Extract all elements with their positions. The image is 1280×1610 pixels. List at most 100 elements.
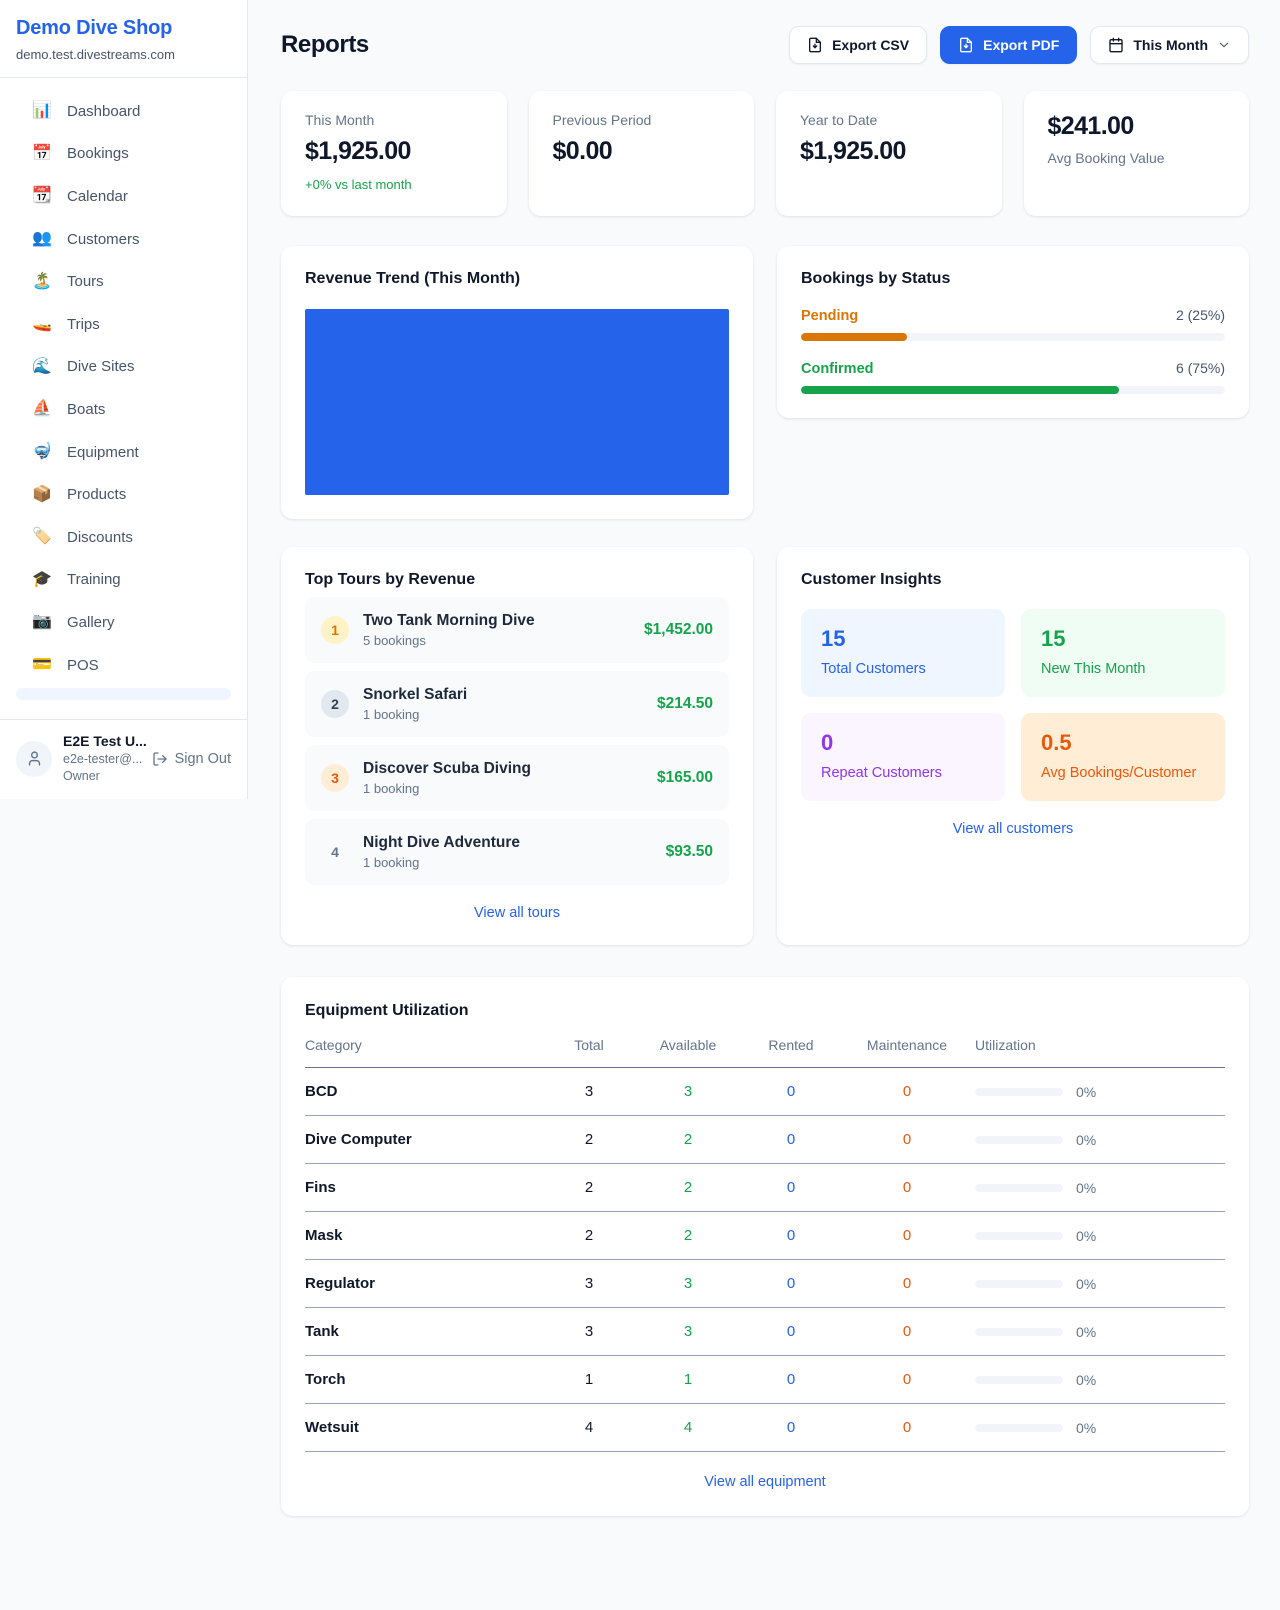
status-row-confirmed: Confirmed 6 (75%) bbox=[801, 360, 1225, 394]
cell-maintenance: 0 bbox=[839, 1323, 975, 1340]
stat-label: Previous Period bbox=[553, 112, 731, 128]
tile-label: Avg Bookings/Customer bbox=[1041, 765, 1205, 781]
sidebar-item-boats[interactable]: ⛵ Boats bbox=[8, 388, 239, 431]
equipment-utilization-card: Equipment Utilization Category Total Ava… bbox=[281, 977, 1249, 1516]
stat-value: $1,925.00 bbox=[305, 137, 483, 166]
table-row: Dive Computer 2 2 0 0 0% bbox=[305, 1116, 1225, 1164]
cell-total: 2 bbox=[545, 1131, 633, 1148]
utilization-percent: 0% bbox=[1076, 1324, 1096, 1340]
sidebar-item-equipment[interactable]: 🤿 Equipment bbox=[8, 431, 239, 474]
cell-category: Torch bbox=[305, 1371, 545, 1388]
sidebar-item-training[interactable]: 🎓 Training bbox=[8, 559, 239, 602]
header-actions: Export CSV Export PDF This Month bbox=[789, 26, 1249, 64]
stat-card-this-month: This Month $1,925.00 +0% vs last month bbox=[281, 91, 507, 216]
cell-category: Tank bbox=[305, 1323, 545, 1340]
sidebar-item-calendar[interactable]: 📆 Calendar bbox=[8, 175, 239, 218]
utilization-percent: 0% bbox=[1076, 1228, 1096, 1244]
cell-utilization: 0% bbox=[975, 1084, 1225, 1100]
logout-icon bbox=[152, 751, 168, 767]
cell-total: 3 bbox=[545, 1083, 633, 1100]
user-role: Owner bbox=[63, 768, 141, 785]
sign-out-button[interactable]: Sign Out bbox=[152, 751, 231, 767]
utilization-bar-track bbox=[975, 1184, 1063, 1192]
column-header-total: Total bbox=[545, 1037, 633, 1053]
utilization-bar-track bbox=[975, 1232, 1063, 1240]
view-all-equipment-link[interactable]: View all equipment bbox=[305, 1474, 1225, 1490]
customer-insights-title: Customer Insights bbox=[801, 571, 1225, 589]
column-header-utilization: Utilization bbox=[975, 1037, 1225, 1053]
cell-available: 2 bbox=[633, 1227, 743, 1244]
status-label-confirmed: Confirmed bbox=[801, 361, 874, 377]
table-row: Fins 2 2 0 0 0% bbox=[305, 1164, 1225, 1212]
stat-card-avg-booking-value: $241.00 Avg Booking Value bbox=[1024, 91, 1250, 216]
sign-out-label: Sign Out bbox=[175, 751, 231, 767]
insight-tile-total-customers: 15 Total Customers bbox=[801, 609, 1005, 697]
cell-rented: 0 bbox=[743, 1131, 839, 1148]
stat-value: $0.00 bbox=[553, 137, 731, 166]
cell-category: Dive Computer bbox=[305, 1131, 545, 1148]
cell-maintenance: 0 bbox=[839, 1227, 975, 1244]
dashboard-icon: 📊 bbox=[32, 103, 52, 119]
cell-rented: 0 bbox=[743, 1323, 839, 1340]
utilization-bar-track bbox=[975, 1280, 1063, 1288]
sidebar-item-label: Products bbox=[67, 486, 126, 503]
equipment-table: Category Total Available Rented Maintena… bbox=[305, 1037, 1225, 1452]
tile-value: 15 bbox=[1041, 626, 1205, 652]
sidebar-item-pos[interactable]: 💳 POS bbox=[8, 644, 239, 687]
utilization-bar-track bbox=[975, 1376, 1063, 1384]
cell-utilization: 0% bbox=[975, 1228, 1225, 1244]
view-all-customers-link[interactable]: View all customers bbox=[801, 821, 1225, 837]
cell-total: 3 bbox=[545, 1275, 633, 1292]
cell-maintenance: 0 bbox=[839, 1275, 975, 1292]
sidebar-item-label: Equipment bbox=[67, 444, 139, 461]
cell-utilization: 0% bbox=[975, 1132, 1225, 1148]
cell-rented: 0 bbox=[743, 1083, 839, 1100]
status-row-pending: Pending 2 (25%) bbox=[801, 307, 1225, 341]
export-csv-button[interactable]: Export CSV bbox=[789, 26, 927, 64]
sidebar-item-discounts[interactable]: 🏷️ Discounts bbox=[8, 516, 239, 559]
period-dropdown[interactable]: This Month bbox=[1090, 26, 1249, 64]
stat-label: Avg Booking Value bbox=[1048, 150, 1226, 166]
rank-badge: 1 bbox=[321, 616, 349, 644]
tour-list-item: 1 Two Tank Morning Dive 5 bookings $1,45… bbox=[305, 597, 729, 663]
sidebar-item-dashboard[interactable]: 📊 Dashboard bbox=[8, 90, 239, 133]
tour-list-item: 4 Night Dive Adventure 1 booking $93.50 bbox=[305, 819, 729, 885]
cell-maintenance: 0 bbox=[839, 1179, 975, 1196]
column-header-rented: Rented bbox=[743, 1037, 839, 1053]
cell-total: 2 bbox=[545, 1179, 633, 1196]
discounts-icon: 🏷️ bbox=[32, 529, 52, 545]
tour-list-item: 3 Discover Scuba Diving 1 booking $165.0… bbox=[305, 745, 729, 811]
sidebar-item-reports-partial[interactable] bbox=[16, 688, 231, 700]
customer-insights-card: Customer Insights 15 Total Customers 15 … bbox=[777, 547, 1249, 945]
sidebar-item-label: Tours bbox=[67, 273, 104, 290]
brand-domain: demo.test.divestreams.com bbox=[16, 47, 231, 62]
view-all-tours-link[interactable]: View all tours bbox=[305, 905, 729, 921]
stat-label: Year to Date bbox=[800, 112, 978, 128]
rank-badge: 2 bbox=[321, 690, 349, 718]
products-icon: 📦 bbox=[32, 487, 52, 503]
calendar-icon bbox=[1108, 37, 1124, 53]
bookings-by-status-card: Bookings by Status Pending 2 (25%) Confi… bbox=[777, 246, 1249, 418]
utilization-percent: 0% bbox=[1076, 1132, 1096, 1148]
status-bar-track bbox=[801, 333, 1225, 341]
sidebar-item-products[interactable]: 📦 Products bbox=[8, 473, 239, 516]
tour-bookings: 5 bookings bbox=[363, 633, 535, 648]
table-row: Regulator 3 3 0 0 0% bbox=[305, 1260, 1225, 1308]
sidebar-item-dive-sites[interactable]: 🌊 Dive Sites bbox=[8, 346, 239, 389]
sidebar-item-gallery[interactable]: 📷 Gallery bbox=[8, 601, 239, 644]
tile-value: 15 bbox=[821, 626, 985, 652]
cell-utilization: 0% bbox=[975, 1420, 1225, 1436]
cell-maintenance: 0 bbox=[839, 1371, 975, 1388]
sidebar-item-customers[interactable]: 👥 Customers bbox=[8, 218, 239, 261]
stat-card-previous-period: Previous Period $0.00 bbox=[529, 91, 755, 216]
sidebar-item-trips[interactable]: 🚤 Trips bbox=[8, 303, 239, 346]
dive-sites-icon: 🌊 bbox=[32, 359, 52, 375]
table-row: Wetsuit 4 4 0 0 0% bbox=[305, 1404, 1225, 1452]
export-pdf-button[interactable]: Export PDF bbox=[940, 26, 1077, 64]
sidebar-item-bookings[interactable]: 📅 Bookings bbox=[8, 133, 239, 176]
tile-value: 0.5 bbox=[1041, 730, 1205, 756]
tour-name: Discover Scuba Diving bbox=[363, 760, 531, 778]
sidebar-item-tours[interactable]: 🏝️ Tours bbox=[8, 260, 239, 303]
charts-row: Revenue Trend (This Month) Bookings by S… bbox=[281, 246, 1249, 519]
user-meta: E2E Test U... e2e-tester@... Owner bbox=[63, 732, 141, 785]
